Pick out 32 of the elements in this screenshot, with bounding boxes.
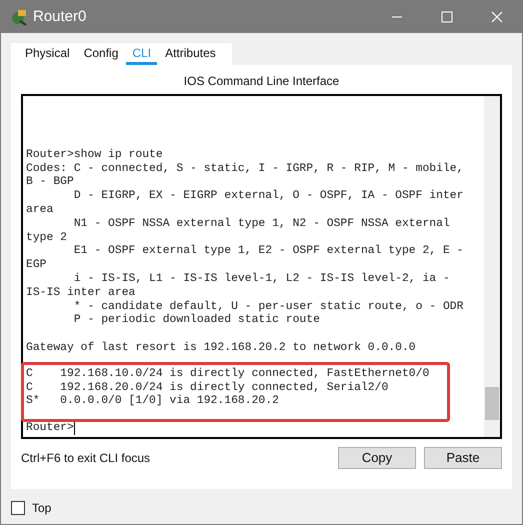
console-button[interactable]: Copy: [338, 447, 416, 469]
tab[interactable]: Attributes: [159, 43, 222, 65]
console-line: B - BGP: [26, 176, 75, 190]
close-icon[interactable]: [491, 11, 503, 23]
scrollbar[interactable]: [484, 96, 500, 437]
tab[interactable]: Config: [78, 43, 124, 65]
panel-heading: IOS Command Line Interface: [182, 74, 340, 89]
console-button[interactable]: Paste: [424, 447, 502, 469]
checkbox-label: Top: [32, 500, 52, 517]
console-line: C 192.168.10.0/24 is directly connected, FastEthernet0/0: [26, 368, 430, 382]
console-line: Gateway of last resort is 192.168.20.2 to network 0.0.0.0: [26, 342, 417, 356]
console-prompt: Router>: [26, 422, 76, 436]
maximize-icon[interactable]: [441, 11, 453, 23]
tab[interactable]: Physical: [19, 43, 76, 65]
console-line: P - periodic downloaded static route: [72, 314, 321, 328]
console-line: D - EIGRP, EX - EIGRP external, O - OSPF, IA - OSPF inter: [72, 190, 464, 204]
hint-text: Ctrl+F6 to exit CLI focus: [21, 450, 150, 467]
console-line: type 2: [26, 232, 68, 246]
window-title: Router0: [33, 6, 86, 27]
console-line: EGP: [26, 259, 48, 274]
console-line: area: [26, 204, 54, 218]
console-line: * - candidate default, U - per-user static route, o - ODR: [72, 300, 464, 314]
console-line: i - IS-IS, L1 - IS-IS level-1, L2 - IS-IS level-2, ia -: [72, 273, 451, 286]
console-line: N1 - OSPF NSSA external type 1, N2 - OSPF NSSA external: [72, 218, 451, 232]
console-line: S* 0.0.0.0/0 [1/0] via 192.168.20.2: [26, 395, 280, 410]
console-line: Router>show ip route: [26, 148, 164, 162]
console-line: E1 - OSPF external type 1, E2 - OSPF external type 2, E -: [72, 245, 464, 260]
console-line: C 192.168.20.0/24 is directly connected, Serial2/0: [26, 382, 390, 394]
console-line: Codes: C - connected, S - static, I - IGRP, R - RIP, M - mobile,: [26, 162, 464, 176]
checkbox[interactable]: [11, 501, 25, 515]
router-icon: [10, 8, 28, 26]
console-line: IS-IS inter area: [26, 286, 136, 300]
